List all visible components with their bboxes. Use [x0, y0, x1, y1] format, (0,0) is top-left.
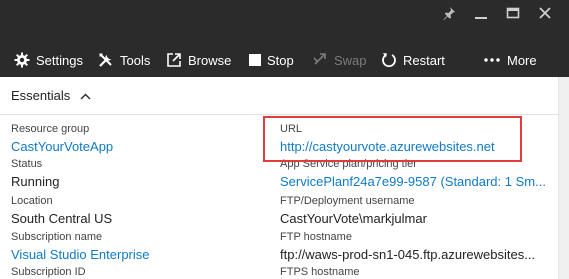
chevron-up-icon [80, 88, 91, 103]
location-field: Location South Central US [11, 195, 112, 227]
subscription-id-label: Subscription ID [11, 266, 86, 278]
window-controls [433, 2, 561, 24]
restart-button[interactable]: Restart [381, 46, 445, 74]
ftp-username-value: CastYourVote\markjulmar [280, 211, 427, 226]
ftp-username-label: FTP/Deployment username [280, 195, 415, 207]
ftp-username-field: FTP/Deployment username CastYourVote\mar… [280, 195, 427, 227]
more-label: More [507, 52, 537, 68]
app-service-plan-link[interactable]: ServicePlanf24a7e99-9587 (Standard: 1 Sm… [280, 174, 546, 190]
resource-group-field: Resource group CastYourVoteApp [11, 123, 113, 155]
pin-icon[interactable] [433, 2, 465, 24]
resource-group-link[interactable]: CastYourVoteApp [11, 139, 113, 155]
location-value: South Central US [11, 211, 113, 226]
status-value: Running [11, 174, 60, 189]
gear-icon [14, 52, 30, 68]
browse-icon [166, 52, 182, 68]
command-bar: Settings Tools Browse Stop Swap Restart … [0, 46, 569, 74]
browse-label: Browse [188, 52, 232, 68]
minimize-icon[interactable] [465, 2, 497, 24]
subscription-name-link[interactable]: Visual Studio Enterprise [11, 247, 150, 263]
swap-button[interactable]: Swap [312, 46, 367, 74]
stop-icon [249, 54, 261, 66]
swap-label: Swap [334, 52, 367, 68]
ftp-hostname-field: FTP hostname ftp://waws-prod-sn1-045.ftp… [280, 231, 535, 263]
ftp-hostname-value: ftp://waws-prod-sn1-045.ftp.azurewebsite… [280, 247, 536, 262]
maximize-icon[interactable] [497, 2, 529, 24]
blade-header: Settings Tools Browse Stop Swap Restart … [0, 0, 569, 77]
subscription-id-field: Subscription ID [11, 266, 86, 279]
restart-icon [381, 52, 397, 68]
close-icon[interactable] [529, 2, 561, 24]
restart-label: Restart [403, 52, 445, 68]
essentials-title: Essentials [11, 88, 71, 103]
browse-button[interactable]: Browse [166, 46, 231, 74]
more-button[interactable]: More [483, 46, 537, 74]
stop-button[interactable]: Stop [249, 46, 294, 74]
ftps-hostname-field: FTPS hostname [280, 266, 359, 279]
ellipsis-icon [483, 57, 501, 63]
url-highlight-box [263, 116, 522, 162]
stop-label: Stop [267, 52, 294, 68]
ftp-hostname-label: FTP hostname [280, 231, 352, 243]
vertical-scrollbar[interactable] [558, 77, 569, 279]
location-label: Location [11, 195, 53, 207]
subscription-name-label: Subscription name [11, 231, 103, 243]
essentials-header[interactable]: Essentials [0, 77, 558, 115]
status-label: Status [11, 158, 43, 170]
tools-button[interactable]: Tools [98, 46, 150, 74]
swap-icon [312, 52, 328, 68]
tools-label: Tools [120, 52, 151, 68]
status-field: Status Running [11, 158, 59, 190]
subscription-name-field: Subscription name Visual Studio Enterpri… [11, 231, 150, 263]
ftps-hostname-label: FTPS hostname [280, 266, 360, 278]
tools-icon [98, 52, 114, 68]
essentials-toggle[interactable]: Essentials [11, 88, 91, 103]
resource-group-label: Resource group [11, 123, 90, 135]
app-service-plan-field: App Service plan/pricing tier ServicePla… [280, 158, 546, 190]
settings-button[interactable]: Settings [14, 46, 83, 74]
settings-label: Settings [36, 52, 83, 68]
